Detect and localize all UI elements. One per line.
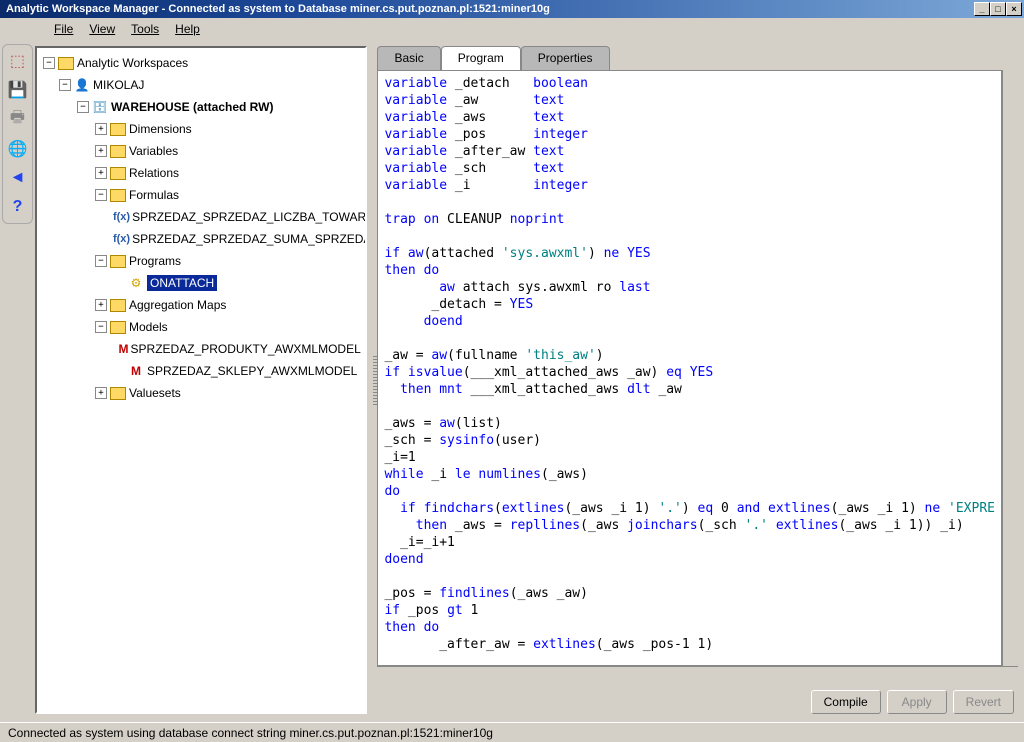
- model-icon: M: [127, 363, 145, 379]
- tree-aggmaps[interactable]: + Aggregation Maps: [41, 294, 361, 316]
- expand-icon[interactable]: +: [95, 299, 107, 311]
- tree-panel: − Analytic Workspaces − 👤 MIKOLAJ − 🗄 WA…: [35, 46, 367, 714]
- globe-icon[interactable]: 🌐: [5, 137, 29, 160]
- tree-dimensions[interactable]: + Dimensions: [41, 118, 361, 140]
- tree-relations[interactable]: + Relations: [41, 162, 361, 184]
- button-row: Compile Apply Revert: [377, 682, 1018, 714]
- splitter[interactable]: [371, 40, 378, 722]
- statusbar: Connected as system using database conne…: [0, 722, 1024, 742]
- tree-formula-item[interactable]: f(x) SPRZEDAZ_SPRZEDAZ_LICZBA_TOWAROW: [41, 206, 361, 228]
- help-icon[interactable]: ?: [5, 196, 29, 219]
- tree-program-item[interactable]: ⚙ ONATTACH: [41, 272, 361, 294]
- tab-properties[interactable]: Properties: [521, 46, 610, 70]
- menu-tools[interactable]: Tools: [125, 20, 165, 38]
- folder-icon: [109, 143, 127, 159]
- menu-view[interactable]: View: [83, 20, 121, 38]
- menubar: File View Tools Help: [0, 18, 1024, 40]
- right-panel: Basic Program Properties variable _detac…: [377, 46, 1018, 714]
- tab-program[interactable]: Program: [441, 46, 521, 70]
- status-text: Connected as system using database conne…: [8, 726, 493, 740]
- tree-programs[interactable]: − Programs: [41, 250, 361, 272]
- collapse-icon[interactable]: −: [95, 321, 107, 333]
- folder-icon: [57, 55, 75, 71]
- folder-icon: [109, 165, 127, 181]
- tree-model1-label[interactable]: SPRZEDAZ_PRODUKTY_AWXMLMODEL: [131, 342, 361, 356]
- save-icon[interactable]: 💾: [5, 78, 29, 101]
- tree-model2-label[interactable]: SPRZEDAZ_SKLEPY_AWXMLMODEL: [147, 364, 357, 378]
- apply-button[interactable]: Apply: [887, 690, 947, 714]
- tree-model-item[interactable]: M SPRZEDAZ_SKLEPY_AWXMLMODEL: [41, 360, 361, 382]
- formula-icon: f(x): [113, 209, 130, 225]
- tab-basic[interactable]: Basic: [377, 46, 440, 70]
- tree-models[interactable]: − Models: [41, 316, 361, 338]
- collapse-icon[interactable]: −: [59, 79, 71, 91]
- folder-icon: [109, 187, 127, 203]
- tree-valuesets-label[interactable]: Valuesets: [129, 386, 181, 400]
- compile-button[interactable]: Compile: [811, 690, 881, 714]
- collapse-icon[interactable]: −: [95, 189, 107, 201]
- tree-formulas-label[interactable]: Formulas: [129, 188, 179, 202]
- tree-formula-item[interactable]: f(x) SPRZEDAZ_SPRZEDAZ_SUMA_SPRZEDAZY: [41, 228, 361, 250]
- tree-user-label[interactable]: MIKOLAJ: [93, 78, 144, 92]
- folder-icon: [109, 297, 127, 313]
- minimize-button[interactable]: _: [974, 2, 990, 16]
- back-icon[interactable]: ◄: [5, 167, 29, 190]
- folder-icon: [109, 253, 127, 269]
- tree-relations-label[interactable]: Relations: [129, 166, 179, 180]
- menu-file[interactable]: File: [48, 20, 79, 38]
- folder-icon: [109, 385, 127, 401]
- connect-icon[interactable]: ⬚: [5, 49, 29, 72]
- vertical-scrollbar[interactable]: [1002, 70, 1018, 666]
- tree-user[interactable]: − 👤 MIKOLAJ: [41, 74, 361, 96]
- collapse-icon[interactable]: −: [43, 57, 55, 69]
- revert-button[interactable]: Revert: [953, 690, 1014, 714]
- tree-dimensions-label[interactable]: Dimensions: [129, 122, 192, 136]
- tree-formulas[interactable]: − Formulas: [41, 184, 361, 206]
- horizontal-scrollbar[interactable]: [377, 666, 1018, 682]
- tree-formula2-label[interactable]: SPRZEDAZ_SPRZEDAZ_SUMA_SPRZEDAZY: [132, 232, 367, 246]
- tab-bar: Basic Program Properties: [377, 46, 1018, 70]
- tree-root-label[interactable]: Analytic Workspaces: [77, 56, 188, 70]
- expand-icon[interactable]: +: [95, 387, 107, 399]
- print-icon[interactable]: 🖶: [5, 107, 29, 131]
- folder-icon: [109, 319, 127, 335]
- tree-onattach-label[interactable]: ONATTACH: [147, 275, 217, 291]
- tree-variables[interactable]: + Variables: [41, 140, 361, 162]
- model-icon: M: [119, 341, 129, 357]
- titlebar: Analytic Workspace Manager - Connected a…: [0, 0, 1024, 18]
- expand-icon[interactable]: +: [95, 123, 107, 135]
- tree-programs-label[interactable]: Programs: [129, 254, 181, 268]
- tree-root[interactable]: − Analytic Workspaces: [41, 52, 361, 74]
- close-button[interactable]: ×: [1006, 2, 1022, 16]
- collapse-icon[interactable]: −: [95, 255, 107, 267]
- tree-aggmaps-label[interactable]: Aggregation Maps: [129, 298, 226, 312]
- expand-icon[interactable]: +: [95, 167, 107, 179]
- tree-warehouse[interactable]: − 🗄 WAREHOUSE (attached RW): [41, 96, 361, 118]
- tree-models-label[interactable]: Models: [129, 320, 168, 334]
- tree-model-item[interactable]: M SPRZEDAZ_PRODUKTY_AWXMLMODEL: [41, 338, 361, 360]
- code-editor[interactable]: variable _detach boolean variable _aw te…: [377, 70, 1002, 666]
- menu-help[interactable]: Help: [169, 20, 206, 38]
- maximize-button[interactable]: □: [990, 2, 1006, 16]
- gear-icon: ⚙: [127, 275, 145, 291]
- database-icon: 🗄: [91, 99, 109, 115]
- tree-warehouse-label[interactable]: WAREHOUSE (attached RW): [111, 100, 273, 114]
- expand-icon[interactable]: +: [95, 145, 107, 157]
- folder-icon: [109, 121, 127, 137]
- collapse-icon[interactable]: −: [77, 101, 89, 113]
- window-title: Analytic Workspace Manager - Connected a…: [2, 3, 974, 15]
- formula-icon: f(x): [113, 231, 130, 247]
- tree-formula1-label[interactable]: SPRZEDAZ_SPRZEDAZ_LICZBA_TOWAROW: [132, 210, 367, 224]
- tree-variables-label[interactable]: Variables: [129, 144, 178, 158]
- user-icon: 👤: [73, 77, 91, 93]
- left-toolbar: ⬚ 💾 🖶 🌐 ◄ ?: [2, 44, 33, 224]
- tree-valuesets[interactable]: + Valuesets: [41, 382, 361, 404]
